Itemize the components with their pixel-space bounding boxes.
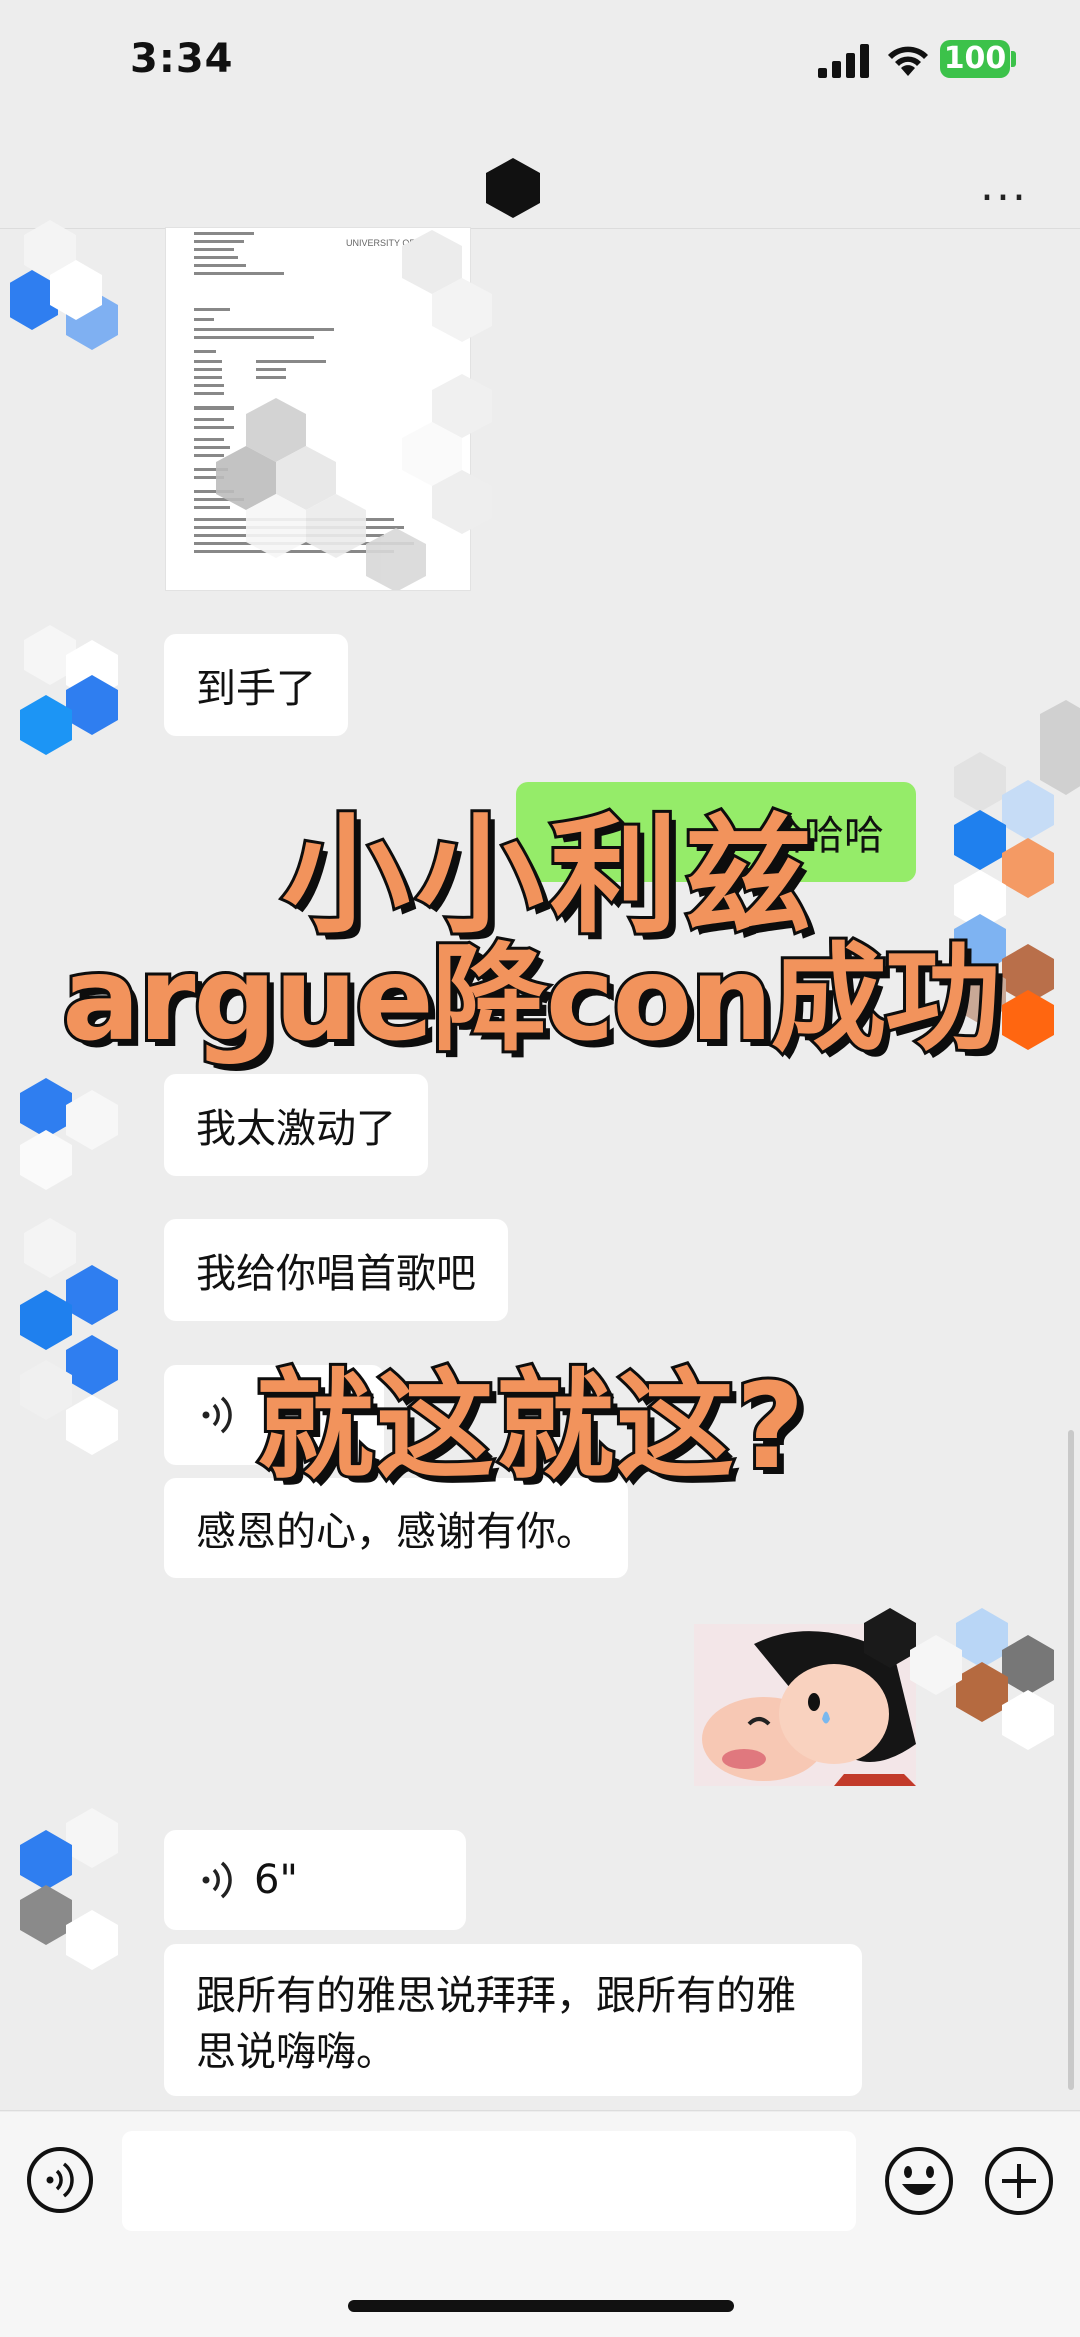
avatar-mosaic bbox=[20, 1078, 118, 1190]
voice-message-bubble[interactable]: 6" bbox=[164, 1830, 466, 1930]
self-avatar-mosaic bbox=[864, 1608, 1054, 1750]
battery-nub bbox=[1011, 51, 1016, 67]
scrollbar[interactable] bbox=[1068, 1430, 1074, 2090]
voice-duration: 6" bbox=[254, 1857, 298, 1903]
wifi-icon bbox=[888, 46, 928, 76]
avatar-mosaic bbox=[20, 1218, 118, 1455]
emoji-button[interactable] bbox=[884, 2146, 954, 2216]
avatar-mosaic bbox=[20, 625, 118, 755]
voice-input-button[interactable] bbox=[26, 2146, 94, 2214]
battery-indicator: 100 bbox=[940, 40, 1010, 78]
message-bubble[interactable]: 跟所有的雅思说拜拜，跟所有的雅思说嗨嗨。 bbox=[164, 1944, 862, 2096]
message-bubble[interactable]: 我太激动了 bbox=[164, 1074, 428, 1176]
add-more-button[interactable] bbox=[984, 2146, 1054, 2216]
avatar-mosaic bbox=[10, 220, 118, 350]
voice-playback-icon bbox=[202, 1861, 232, 1899]
avatar-mosaic bbox=[20, 1808, 118, 1970]
message-bubble[interactable]: 到手了 bbox=[164, 634, 348, 736]
more-options-button[interactable]: ... bbox=[980, 160, 1028, 211]
input-bar-divider bbox=[0, 2110, 1080, 2111]
message-bubble[interactable]: 我给你唱首歌吧 bbox=[164, 1219, 508, 1321]
cellular-signal-icon bbox=[818, 44, 869, 78]
contact-name-mosaic bbox=[486, 158, 540, 218]
overlay-caption-line3: 就这就这? bbox=[253, 1354, 807, 1498]
voice-playback-icon bbox=[202, 1396, 232, 1434]
home-indicator[interactable] bbox=[348, 2300, 734, 2312]
overlay-caption-line2: argue降con成功 bbox=[59, 929, 1004, 1070]
status-time: 3:34 bbox=[130, 36, 234, 82]
image-edge-mosaic bbox=[402, 230, 492, 534]
header-divider bbox=[0, 228, 1080, 229]
message-input[interactable] bbox=[122, 2131, 856, 2231]
